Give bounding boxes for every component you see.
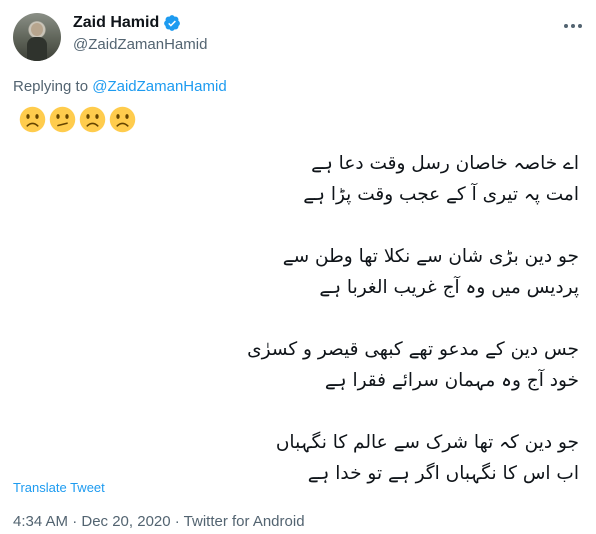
avatar-head xyxy=(31,23,43,36)
avatar[interactable] xyxy=(13,13,61,61)
poem-line: جو دین بڑی شان سے نکلا تھا وطن سے xyxy=(282,246,579,267)
confused-face-icon xyxy=(49,106,76,133)
dot xyxy=(564,24,568,28)
user-handle[interactable]: @ZaidZamanHamid xyxy=(73,36,207,53)
poem-line: پردیس میں وہ آج غریب الغربا ہے xyxy=(319,277,579,298)
tweet-text: اے خاصہ خاصان رسل وقت دعا ہے امت پہ تیری … xyxy=(19,106,579,489)
translate-tweet-link[interactable]: Translate Tweet xyxy=(13,480,105,495)
avatar-body xyxy=(27,37,47,61)
tweet-timestamp[interactable]: 4:34 AM · Dec 20, 2020 · Twitter for And… xyxy=(13,513,305,530)
replying-handle-link[interactable]: @ZaidZamanHamid xyxy=(92,78,226,95)
poem-line: جو دین کہ تھا شرک سے عالم کا نگہباں xyxy=(275,432,579,453)
poem-line: امت پہ تیری آ کے عجب وقت پڑا ہے xyxy=(303,184,579,205)
poem-lines: اے خاصہ خاصان رسل وقت دعا ہے امت پہ تیری … xyxy=(19,148,579,489)
poem-line: جس دین کے مدعو تھے کبھی قیصر و کسرٰی xyxy=(247,339,579,360)
line-break xyxy=(19,303,579,334)
slightly-frowning-face-icon xyxy=(109,106,136,133)
poem-line: اے خاصہ خاصان رسل وقت دعا ہے xyxy=(311,153,579,174)
line-break xyxy=(19,210,579,241)
replying-to: Replying to @ZaidZamanHamid xyxy=(13,78,227,95)
line-break xyxy=(19,396,579,427)
slightly-frowning-face-icon xyxy=(79,106,106,133)
more-options-icon[interactable] xyxy=(561,16,585,36)
author-name-row[interactable]: Zaid Hamid xyxy=(73,14,181,32)
dot xyxy=(571,24,575,28)
emoji-row xyxy=(19,106,579,140)
slightly-frowning-face-icon xyxy=(19,106,46,133)
replying-prefix: Replying to xyxy=(13,78,93,95)
poem-line: خود آج وہ مہمان سرائے فقرا ہے xyxy=(324,370,579,391)
verified-badge-icon xyxy=(163,14,181,32)
display-name[interactable]: Zaid Hamid xyxy=(73,14,159,32)
dot xyxy=(578,24,582,28)
